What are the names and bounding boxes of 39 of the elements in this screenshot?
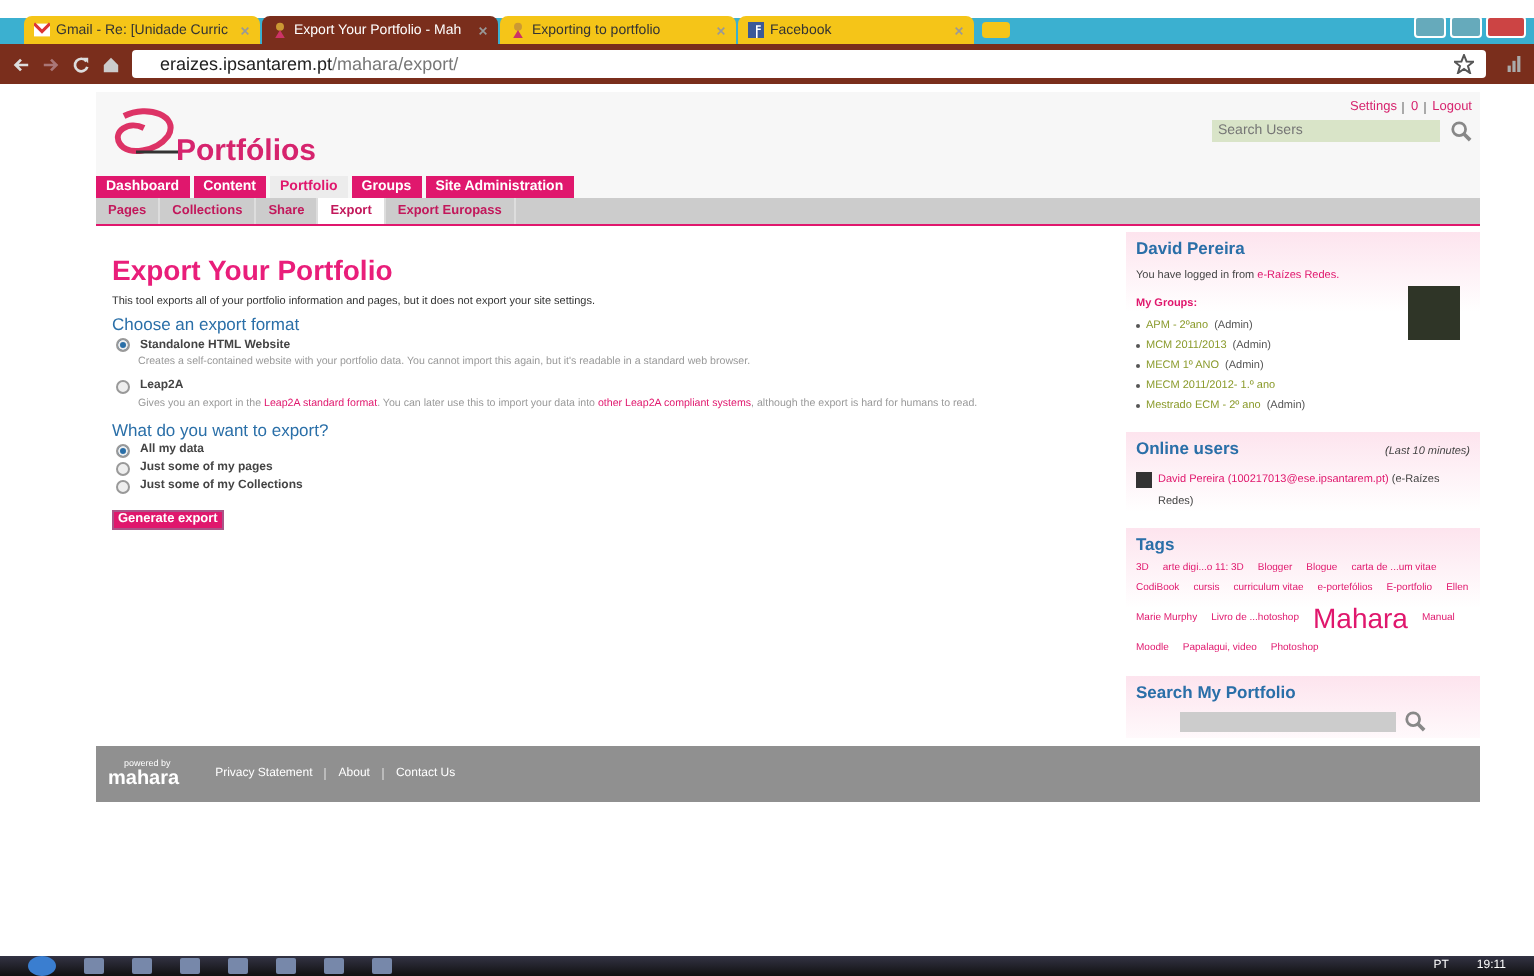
radio-button[interactable] <box>116 379 130 394</box>
figure-icon <box>272 22 288 38</box>
reload-icon[interactable] <box>72 55 90 73</box>
close-icon[interactable] <box>240 25 250 35</box>
radio-button[interactable] <box>116 443 130 458</box>
address-field[interactable]: eraizes.ipsantarem.pt/mahara/export/ <box>132 50 1486 78</box>
signal-bars-icon[interactable] <box>1506 56 1522 72</box>
page-title: Export Your Portfolio <box>112 254 395 286</box>
star-icon[interactable] <box>1454 54 1474 74</box>
search-title: Search My Portfolio <box>1136 682 1298 703</box>
new-tab-button[interactable] <box>982 22 1010 38</box>
photo-placeholder <box>1408 286 1460 340</box>
photo-placeholder <box>1136 472 1152 489</box>
radio-button[interactable] <box>116 338 130 352</box>
facebook-icon <box>748 22 764 38</box>
figure-icon <box>510 22 526 38</box>
section-heading: Choose an export format <box>112 314 302 334</box>
minimize-button[interactable] <box>1414 15 1446 37</box>
maximize-button[interactable] <box>1450 15 1482 37</box>
online-users-title: Online users <box>1136 438 1239 459</box>
search-icon[interactable] <box>1450 120 1472 142</box>
search-field[interactable] <box>1180 711 1396 732</box>
tags-title: Tags <box>1136 534 1177 555</box>
radio-button[interactable] <box>116 479 130 494</box>
portfolios-logo[interactable]: Portfólios <box>96 92 316 176</box>
close-icon[interactable] <box>478 25 488 35</box>
search-icon[interactable] <box>1404 710 1426 733</box>
section-heading: What do you want to export? <box>112 419 331 440</box>
close-icon[interactable] <box>954 25 964 35</box>
forward-icon[interactable] <box>42 55 60 73</box>
mail-icon <box>34 22 50 38</box>
close-button[interactable] <box>1486 15 1526 37</box>
profile-name[interactable]: David Pereira <box>1136 238 1470 258</box>
back-icon[interactable] <box>12 55 30 73</box>
start-button[interactable] <box>28 956 56 976</box>
home-icon[interactable] <box>102 55 120 73</box>
close-icon[interactable] <box>716 25 726 35</box>
radio-button[interactable] <box>116 461 130 476</box>
tag-link[interactable]: Mahara <box>1313 602 1408 635</box>
